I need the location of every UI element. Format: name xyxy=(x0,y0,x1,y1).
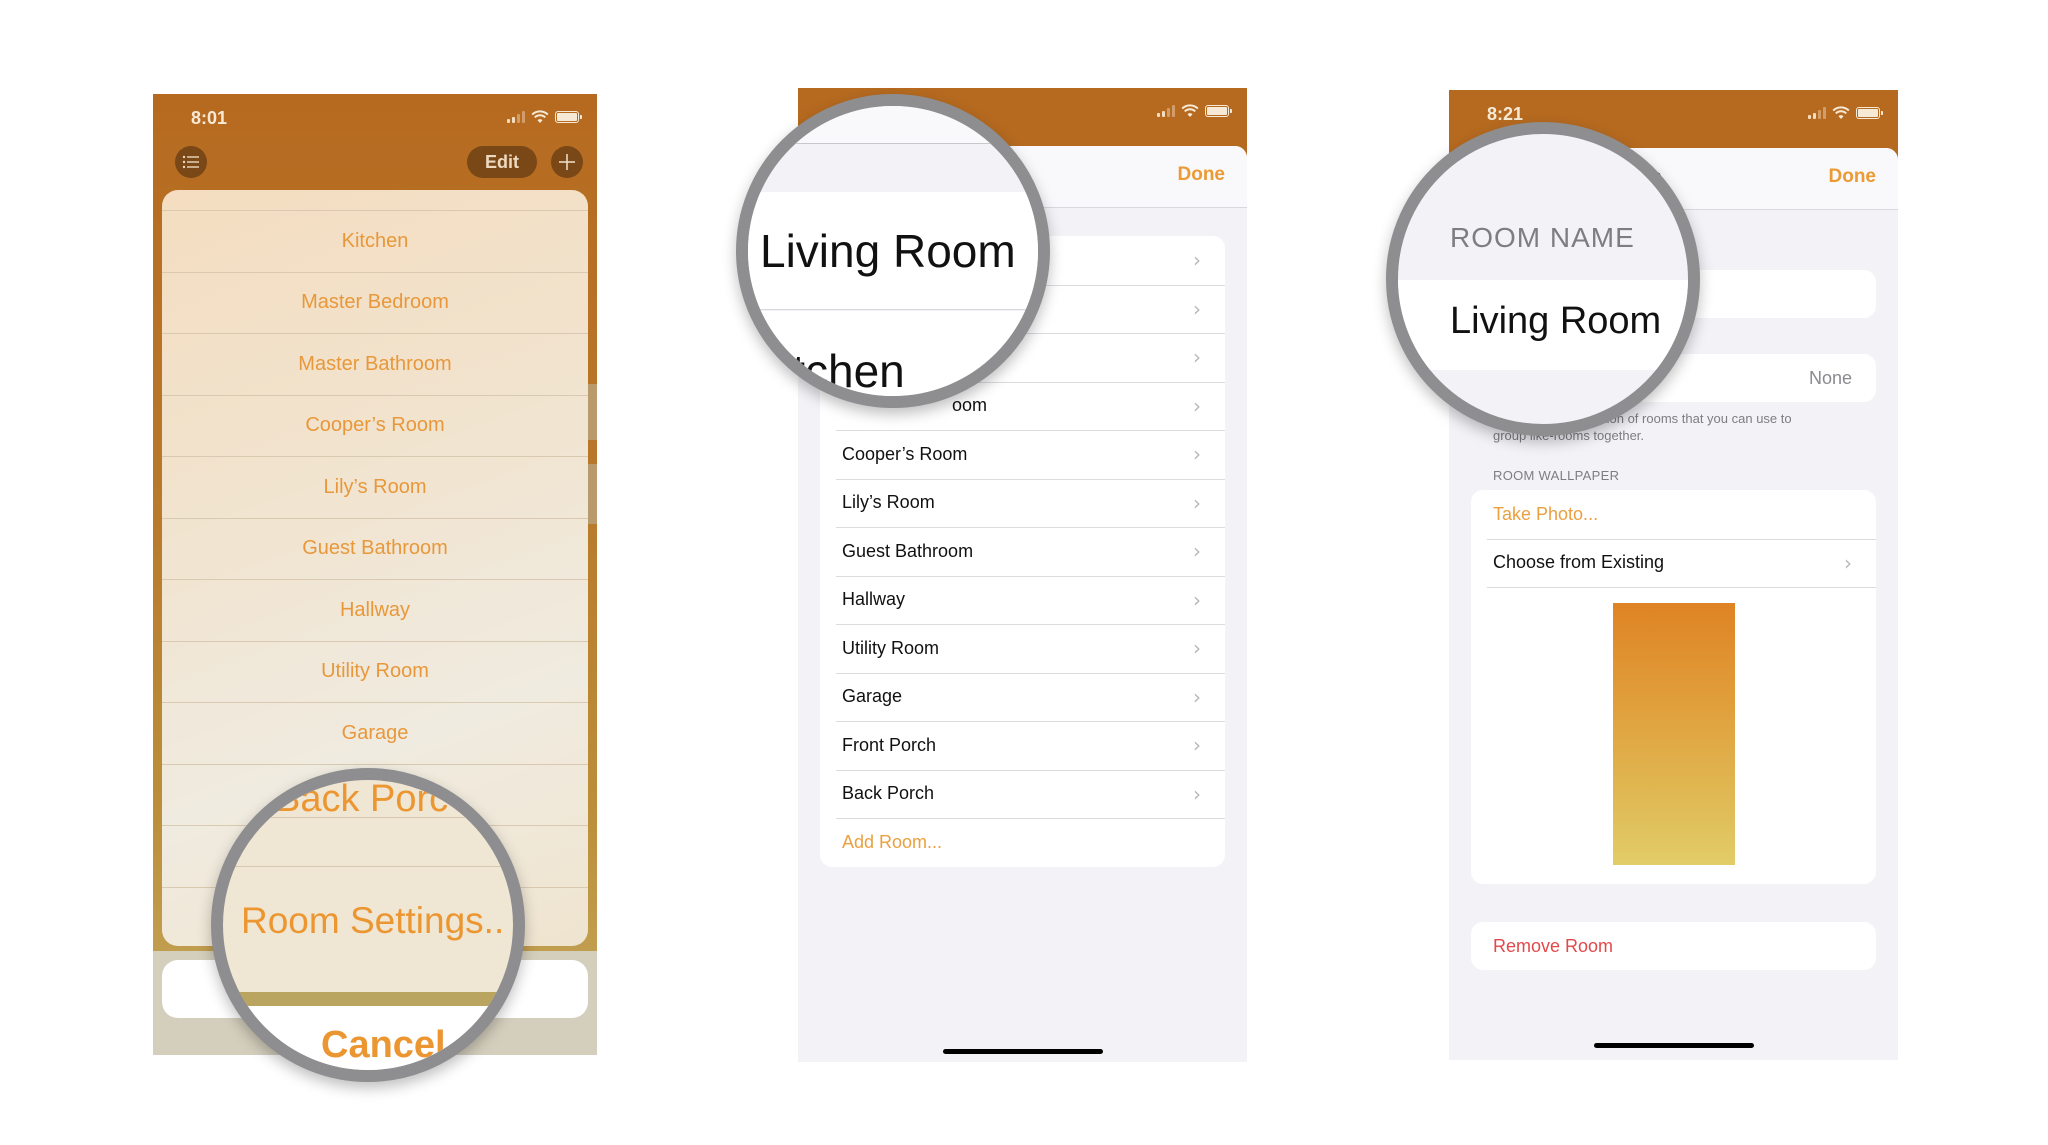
cellular-signal-icon xyxy=(507,111,525,123)
wallpaper-preview[interactable] xyxy=(1612,603,1735,865)
status-bar: 8:01 xyxy=(153,94,597,144)
sheet-top-spacer xyxy=(162,190,588,210)
sheet-item-utility-room[interactable]: Utility Room xyxy=(162,640,588,703)
chevron-right-icon: › xyxy=(1193,296,1201,321)
take-photo-button[interactable]: Take Photo... xyxy=(1471,490,1876,539)
status-time: 8:21 xyxy=(1487,104,1524,124)
room-row-coopers-room[interactable]: Cooper’s Room › xyxy=(820,430,1225,479)
cellular-signal-icon xyxy=(1808,107,1826,119)
wallpaper-section-label: ROOM WALLPAPER xyxy=(1493,468,1620,483)
room-label: Lily’s Room xyxy=(842,492,935,513)
sheet-item-master-bedroom[interactable]: Master Bedroom xyxy=(162,271,588,334)
status-icons xyxy=(1808,106,1883,120)
room-label: Front Porch xyxy=(842,734,937,755)
chevron-right-icon: › xyxy=(1193,781,1201,806)
sheet-item-hallway[interactable]: Hallway xyxy=(162,579,588,641)
remove-room-label: Remove Room xyxy=(1493,935,1614,956)
chevron-right-icon: › xyxy=(1193,684,1201,709)
chevron-right-icon: › xyxy=(1193,636,1201,661)
status-icons xyxy=(1157,104,1232,118)
magnified-kitchen[interactable]: itchen xyxy=(782,344,905,396)
battery-icon xyxy=(1205,105,1232,117)
remove-room-button[interactable]: Remove Room xyxy=(1471,922,1876,970)
chevron-right-icon: › xyxy=(1193,442,1201,467)
magnified-room-settings[interactable]: Room Settings.. xyxy=(241,900,504,942)
room-label: Hallway xyxy=(842,589,906,610)
magnified-room-name-label: ROOM NAME xyxy=(1450,222,1635,253)
wallpaper-card: Take Photo... Choose from Existing › xyxy=(1471,490,1876,884)
home-indicator xyxy=(942,1049,1103,1054)
chevron-right-icon: › xyxy=(1193,539,1201,564)
home-toolbar: Edit xyxy=(153,146,597,186)
chevron-right-icon: › xyxy=(1193,587,1201,612)
sheet-item-master-bathroom[interactable]: Master Bathroom xyxy=(162,333,588,395)
magnifier-living-room: Living Room itchen xyxy=(736,94,1050,408)
magnifier-room-settings: Back Porc Room Settings.. Cancel xyxy=(211,768,525,1082)
add-room-label: Add Room... xyxy=(842,831,943,852)
done-button[interactable]: Done xyxy=(1178,164,1226,186)
choose-existing-label: Choose from Existing xyxy=(1493,552,1665,573)
battery-icon xyxy=(555,111,582,123)
add-room-button[interactable]: Add Room... xyxy=(820,818,1225,867)
wifi-icon xyxy=(531,110,549,123)
sheet-item-coopers-room[interactable]: Cooper’s Room xyxy=(162,394,588,457)
room-row-garage[interactable]: Garage › xyxy=(820,672,1225,722)
magnified-room-name-value[interactable]: Living Room xyxy=(1450,300,1661,343)
room-row-guest-bathroom[interactable]: Guest Bathroom › xyxy=(820,527,1225,576)
magnified-back-porch: Back Porc xyxy=(275,778,449,820)
magnified-cancel[interactable]: Cancel xyxy=(321,1024,446,1067)
chevron-right-icon: › xyxy=(1844,550,1852,575)
chevron-right-icon: › xyxy=(1193,733,1201,758)
sheet-item-guest-bathroom[interactable]: Guest Bathroom xyxy=(162,517,588,580)
room-row-back-porch[interactable]: Back Porch › xyxy=(820,769,1225,819)
sheet-item-garage[interactable]: Garage xyxy=(162,702,588,764)
room-label: Cooper’s Room xyxy=(842,443,968,464)
room-label: Garage xyxy=(842,686,903,707)
plus-icon xyxy=(559,154,575,170)
chevron-right-icon: › xyxy=(1193,345,1201,370)
done-button[interactable]: Done xyxy=(1829,166,1877,188)
rooms-list-button[interactable] xyxy=(175,146,207,178)
cellular-signal-icon xyxy=(1157,105,1175,117)
chevron-right-icon: › xyxy=(1193,490,1201,515)
room-row-hallway[interactable]: Hallway › xyxy=(820,575,1225,625)
choose-existing-button[interactable]: Choose from Existing › xyxy=(1471,538,1876,588)
take-photo-label: Take Photo... xyxy=(1493,503,1599,524)
wifi-icon xyxy=(1832,106,1850,119)
room-label: Back Porch xyxy=(842,783,935,804)
zone-value: None xyxy=(1808,367,1852,388)
room-row-lilys-room[interactable]: Lily’s Room › xyxy=(820,478,1225,528)
battery-icon xyxy=(1856,107,1883,119)
background-card-edge xyxy=(587,464,597,524)
magnifier-room-name: ROOM NAME Living Room xyxy=(1386,122,1700,436)
sheet-item-kitchen[interactable]: Kitchen xyxy=(162,210,588,272)
home-indicator xyxy=(1593,1043,1754,1048)
room-label: Utility Room xyxy=(842,637,940,658)
status-time: 8:01 xyxy=(191,108,228,128)
add-button[interactable] xyxy=(551,146,583,178)
chevron-right-icon: › xyxy=(1193,393,1201,418)
status-icons xyxy=(507,110,582,124)
wifi-icon xyxy=(1181,104,1199,117)
room-row-front-porch[interactable]: Front Porch › xyxy=(820,721,1225,770)
sheet-item-lilys-room[interactable]: Lily’s Room xyxy=(162,456,588,518)
list-icon xyxy=(182,155,199,169)
room-row-utility-room[interactable]: Utility Room › xyxy=(820,624,1225,673)
room-label: Guest Bathroom xyxy=(842,540,974,561)
edit-button[interactable]: Edit xyxy=(467,146,537,178)
chevron-right-icon: › xyxy=(1193,248,1201,273)
magnified-living-room[interactable]: Living Room xyxy=(760,224,1016,278)
background-card-edge xyxy=(587,384,597,440)
